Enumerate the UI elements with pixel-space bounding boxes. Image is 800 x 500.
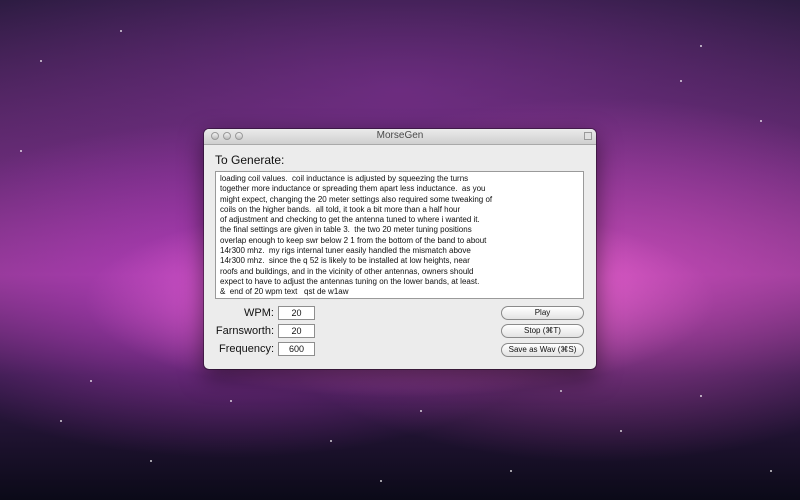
text-line: the final settings are given in table 3.…	[220, 225, 472, 235]
frequency-input[interactable]: 600	[278, 342, 315, 356]
save-as-wav-button[interactable]: Save as Wav (⌘S)	[501, 343, 584, 357]
toolbar-toggle-button[interactable]	[584, 132, 592, 140]
to-generate-label: To Generate:	[215, 153, 285, 167]
generate-text-area[interactable]: loading coil values. coil inductance is …	[215, 171, 584, 299]
play-button[interactable]: Play	[501, 306, 584, 320]
text-line: 14r300 mhz. since the q 52 is likely to …	[220, 256, 470, 266]
farnsworth-input[interactable]: 20	[278, 324, 315, 338]
window-title: MorseGen	[376, 130, 424, 141]
title-bar[interactable]: MorseGen	[204, 129, 596, 145]
text-line: 14r300 mhz. my rigs internal tuner easil…	[220, 246, 471, 256]
text-line: together more inductance or spreading th…	[220, 184, 486, 194]
stop-button[interactable]: Stop (⌘T)	[501, 324, 584, 338]
frequency-label: Frequency:	[218, 343, 274, 355]
text-line: coils on the higher bands. all told, it …	[220, 204, 461, 214]
morsegen-window: MorseGen To Generate: loading coil value…	[204, 129, 596, 369]
text-line: might expect, changing the 20 meter sett…	[220, 194, 493, 204]
text-line: expect to have to adjust the antennas tu…	[220, 276, 480, 286]
text-line: overlap enough to keep swr below 2 1 fro…	[220, 235, 487, 245]
text-line: & end of 20 wpm text qst de w1aw	[220, 287, 349, 297]
wpm-label: WPM:	[244, 307, 274, 319]
wpm-input[interactable]: 20	[278, 306, 315, 320]
farnsworth-label: Farnsworth:	[215, 325, 274, 337]
text-line: roofs and buildings, and in the vicinity…	[220, 266, 474, 276]
text-line: of adjustment and checking to get the an…	[220, 215, 480, 225]
text-line: loading coil values. coil inductance is …	[220, 174, 469, 183]
